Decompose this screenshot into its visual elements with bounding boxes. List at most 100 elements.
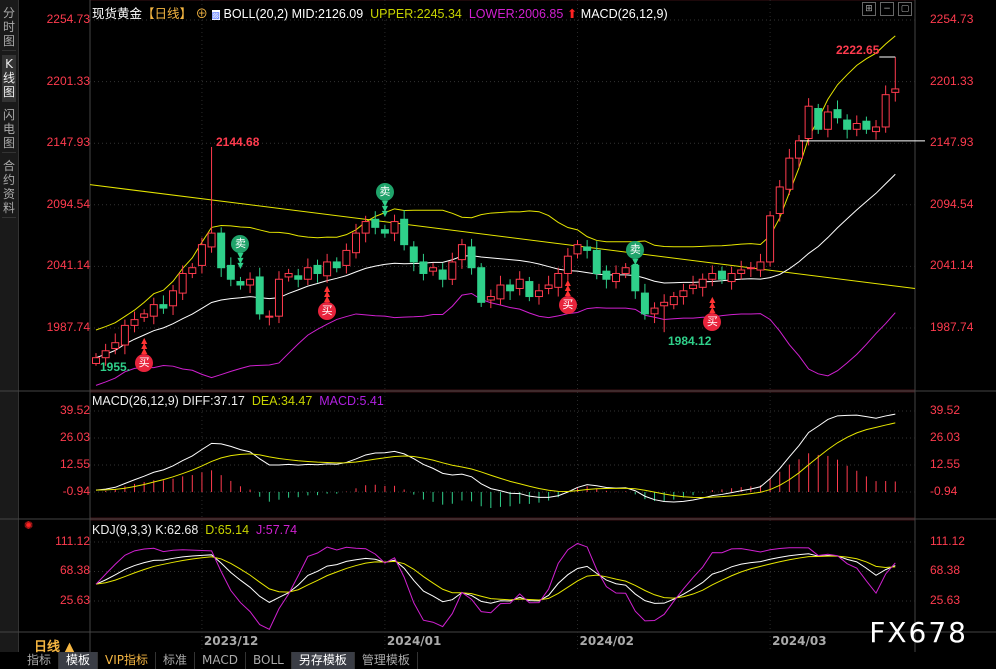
candle-body — [804, 105, 813, 140]
bottom-tabs: 指标 模板 VIP指标 标准 MACD BOLL 另存模板 管理模板 — [20, 652, 418, 669]
date-label: 2024/01 — [386, 634, 442, 648]
tab-3[interactable]: 标准 — [156, 652, 196, 669]
macd-diff: DIFF:37.17 — [182, 394, 245, 408]
tab-2[interactable]: VIP指标 — [98, 652, 157, 669]
candle-body — [891, 88, 900, 93]
price-label-right: 2094.54 — [930, 196, 974, 211]
low-label: 1984.12 — [668, 334, 712, 349]
candle-body — [698, 278, 707, 288]
candle-body — [120, 324, 129, 346]
macd-overlay-title: MACD(26,12,9) — [580, 7, 668, 21]
candle-body — [419, 261, 428, 274]
indicator-icon[interactable]: ▨ — [211, 10, 221, 20]
j-line — [95, 542, 896, 630]
kdj-label-right: 111.12 — [930, 534, 965, 548]
candle-body — [717, 270, 726, 280]
date-label: 2023/12 — [203, 634, 259, 648]
macd-label-left: 39.52 — [59, 403, 90, 417]
candle-body — [563, 255, 572, 274]
candle-body — [544, 284, 553, 289]
date-label: 2024/03 — [772, 634, 827, 648]
candle-body — [766, 215, 775, 263]
macd-label-left: -0.94 — [62, 484, 90, 498]
arrow-up-icon[interactable]: ⬆ — [567, 7, 577, 21]
candle-body — [390, 221, 399, 234]
panel-frame — [89, 0, 916, 391]
candle-body — [525, 281, 534, 298]
kdj-header: KDJ(9,3,3) K:62.68 D:65.14 J:57.74 — [92, 523, 297, 537]
candle-body — [515, 278, 524, 289]
candle-body — [862, 120, 871, 130]
alert-icon[interactable]: ✺ — [24, 519, 33, 532]
candle-body — [438, 269, 447, 280]
buy-signal: 买 — [135, 353, 154, 372]
candle-body — [380, 229, 389, 234]
macd-value: MACD:5.41 — [319, 394, 384, 408]
boll-title: BOLL(20,2) — [223, 7, 289, 21]
crosshair-icon[interactable]: ⊕ — [196, 7, 209, 21]
candle-body — [197, 244, 206, 266]
candle-body — [217, 232, 226, 269]
macd-label-left: 12.55 — [59, 456, 90, 471]
candle-body — [361, 221, 370, 234]
price-label-left: 2147.93 — [46, 135, 90, 150]
kdj-label-left: 111.12 — [55, 534, 90, 548]
kdj-label-left: 25.63 — [59, 593, 90, 607]
candle-body — [294, 275, 303, 280]
chart-canvas[interactable] — [0, 0, 996, 669]
candle-body — [650, 307, 659, 315]
d-line — [95, 555, 896, 601]
candle-body — [274, 278, 283, 317]
tab-1[interactable]: 模板 — [59, 652, 99, 669]
boll-mid: MID:2126.09 — [291, 7, 364, 21]
candle-body — [612, 272, 621, 283]
candle-body — [429, 267, 438, 272]
candle-body — [111, 342, 120, 349]
boll-upper-line — [95, 35, 896, 331]
candle-body — [236, 281, 245, 286]
candle-body — [708, 272, 717, 280]
price-label-left: 2094.54 — [46, 196, 90, 211]
kdj-k: K:62.68 — [155, 523, 199, 537]
tab-6[interactable]: 另存模板 — [291, 652, 355, 669]
candle-body — [371, 218, 380, 228]
high-label: 2222.65 — [836, 43, 880, 57]
candle-body — [457, 244, 466, 261]
candle-body — [602, 270, 611, 280]
maximize-icon[interactable]: ▢ — [898, 2, 912, 16]
candle-body — [737, 269, 746, 274]
candle-body — [727, 272, 736, 283]
tab-0[interactable]: 指标 — [20, 652, 60, 669]
price-label-left: 2041.14 — [46, 258, 90, 273]
candle-body — [477, 267, 486, 303]
candle-body — [400, 218, 409, 246]
candle-body — [101, 350, 110, 359]
candle-body — [246, 278, 255, 286]
minus-icon[interactable]: − — [880, 2, 894, 16]
kdj-label-right: 25.63 — [930, 593, 961, 607]
candle-body — [872, 126, 881, 133]
tab-4[interactable]: MACD — [195, 652, 247, 669]
macd-label-right: -0.94 — [930, 484, 958, 498]
candle-body — [332, 261, 341, 269]
boll-lower: LOWER:2006.85 — [468, 7, 564, 21]
candle-body — [775, 186, 784, 214]
kdj-j: J:57.74 — [256, 523, 298, 537]
grid-icon[interactable]: ⊞ — [862, 2, 876, 16]
candle-body — [881, 94, 890, 128]
candle-body — [188, 267, 197, 274]
watermark: FX678 — [869, 616, 968, 649]
instrument-name: 现货黄金 — [92, 7, 143, 21]
macd-header: MACD(26,12,9) DIFF:37.17 DEA:34.47 MACD:… — [92, 394, 384, 408]
macd-dea: DEA:34.47 — [251, 394, 313, 408]
candle-body — [833, 109, 842, 119]
boll-upper: UPPER:2245.34 — [370, 7, 462, 21]
tab-7[interactable]: 管理模板 — [355, 652, 418, 669]
tab-5[interactable]: BOLL — [246, 652, 292, 669]
sell-arrows-icon: ▼ ▼ ▼ — [381, 199, 388, 219]
candle-body — [255, 276, 264, 315]
kdj-label-left: 68.38 — [59, 563, 90, 578]
candle-body — [159, 304, 168, 309]
macd-label-right: 12.55 — [930, 456, 961, 471]
sell-arrows-icon: ▼ ▼ ▼ — [632, 256, 639, 276]
